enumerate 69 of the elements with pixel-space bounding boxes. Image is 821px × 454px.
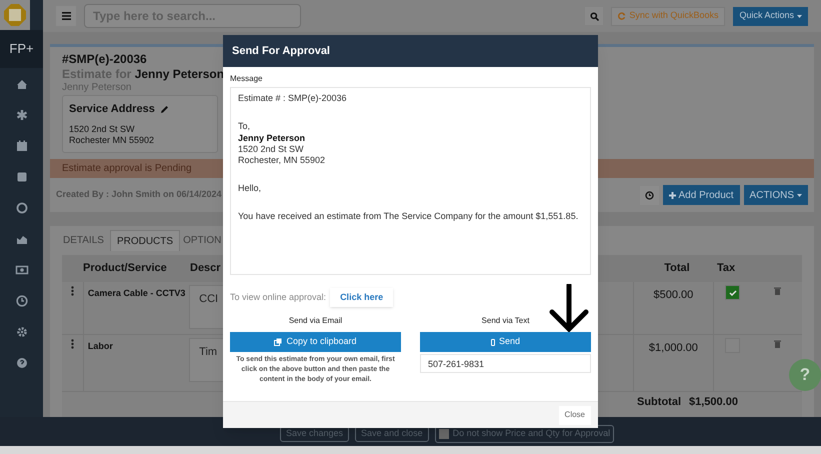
close-button[interactable]: Close [558,406,591,424]
drag-handle-icon[interactable] [70,339,74,349]
caret-icon [797,194,802,196]
calendar-icon[interactable] [14,139,28,153]
phone-icon [490,338,495,346]
search-button[interactable] [585,7,604,25]
option-label: Do not show Price and Qty for Approval [452,427,610,440]
section-heading: Send via Text [482,316,530,326]
arrow-icon [549,284,589,332]
menu-icon [62,12,70,20]
drag-handle-icon[interactable] [70,286,74,296]
column-header: Tax [717,261,736,276]
option-checkbox[interactable] [438,429,449,439]
refresh-icon [618,12,626,20]
section-heading: Send via Email [288,316,342,326]
trash-icon[interactable] [774,340,781,348]
tab[interactable]: PRODUCTS [110,230,180,251]
column-header: Descr [190,261,222,276]
message-text: To, [238,121,252,132]
address-line: 1520 2nd St SW [69,124,136,134]
address-heading: Service Address [69,102,155,117]
help-icon[interactable] [14,356,28,370]
modal-title: Send For Approval [232,44,330,59]
settings-icon[interactable] [14,325,28,339]
search-icon [590,12,599,20]
copy-button[interactable]: Copy to clipboard [230,332,401,352]
timer-button[interactable] [640,186,658,204]
field-label: Message [230,74,264,84]
address-line: Rochester MN 55902 [69,134,156,146]
caret-icon [797,14,802,18]
message-text: Rochester, MN 55902 [238,155,326,166]
asterisk-icon[interactable] [14,108,28,122]
message-text: Jenny Peterson [238,132,306,144]
message-text: Hello, [238,183,262,194]
total-cell: $1,000.00 [633,335,713,391]
copy-icon [274,338,282,346]
message-text: 1520 2nd St SW [238,144,305,155]
check-icon [728,290,737,296]
tab[interactable]: DETAILS [62,230,108,251]
money-icon[interactable] [14,263,28,277]
trash-icon[interactable] [774,287,781,295]
created-by-text: Created By : John Smith on 06/14/2024 [56,188,222,202]
actions-button[interactable]: ACTIONS [744,185,808,205]
quick-actions-button[interactable]: Quick Actions [733,6,808,26]
clock-icon[interactable] [14,294,28,308]
message-box[interactable]: Estimate # : SMP(e)-20036 To, Jenny Peterson 1520 2nd St SW Rochester, MN 55902 Hello, You have received an estimate from The Service Company for the amount $1,551.85. [230,87,591,275]
status-text: Estimate approval is Pending [62,162,192,176]
add-product-button[interactable]: Add Product [662,185,740,205]
message-text: Estimate # : SMP(e)-20036 [238,93,348,104]
pencil-icon[interactable] [160,104,169,114]
square-icon[interactable] [14,170,28,184]
send-button[interactable]: Send [420,332,591,352]
total-cell: $500.00 [633,282,713,334]
phone-field[interactable]: 507-261-9831 [420,354,591,373]
home-icon[interactable] [14,77,28,91]
tax-checkbox[interactable] [725,285,740,300]
circle-icon[interactable] [14,201,28,215]
plus-icon [668,192,676,198]
column-header: Product/Service [83,261,168,276]
subtotal-label: Subtotal [636,395,682,410]
subtotal-value: $1,500.00 [689,395,738,410]
online-approval-label: To view online approval: [230,290,326,304]
tab[interactable]: OPTION [182,230,226,251]
clock-icon [644,190,654,200]
estimate-number: #SMP(e)-20036 [62,52,147,67]
click-here-link[interactable]: Click here [330,288,394,307]
message-text: You have received an estimate from The Service Company for the amount $1,551.85. [238,211,580,222]
menu-button[interactable] [56,6,76,26]
column-header: Total [663,261,691,276]
